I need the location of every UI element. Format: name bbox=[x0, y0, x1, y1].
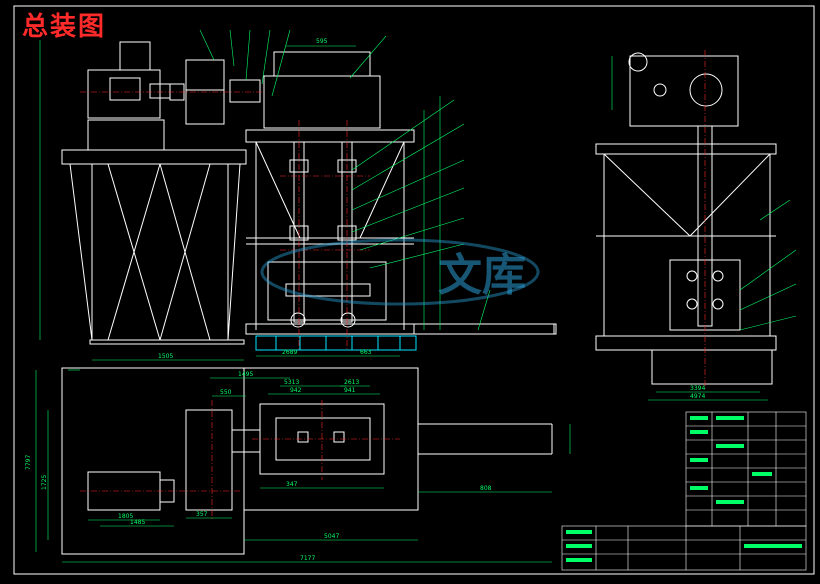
dim-plan-bottom-3: 357 bbox=[196, 511, 208, 518]
front-dim-lines bbox=[39, 29, 491, 361]
dim-side-base-2: 4974 bbox=[690, 393, 705, 400]
dim-plan-left-inner: 1725 bbox=[41, 475, 48, 490]
side-view bbox=[595, 52, 777, 385]
watermark: 文库 bbox=[260, 238, 540, 306]
dim-plan-bottom-2: 1485 bbox=[130, 519, 145, 526]
left-platform bbox=[61, 149, 247, 165]
main-frame-top bbox=[245, 129, 415, 143]
front-centerlines bbox=[80, 91, 370, 350]
drawing-sheet: 595 1505 2689 663 3394 4974 1495 5313 26… bbox=[13, 5, 815, 575]
dim-plan-top-3: 2613 bbox=[344, 379, 359, 386]
dim-plan-mid-1: 550 bbox=[220, 389, 232, 396]
dim-plan-left-height: 7797 bbox=[25, 455, 32, 470]
gear-housing bbox=[263, 75, 381, 129]
plan-gearbox bbox=[185, 409, 233, 511]
dim-plan-mid-3: 941 bbox=[344, 387, 356, 394]
front-base bbox=[255, 335, 417, 351]
motor bbox=[87, 69, 161, 119]
dim-plan-top-2: 5313 bbox=[284, 379, 299, 386]
side-dim-lines bbox=[611, 56, 797, 401]
watermark-text: 文库 bbox=[438, 250, 526, 301]
dim-side-base-1: 3394 bbox=[690, 385, 705, 392]
dim-plan-mid-2: 942 bbox=[290, 387, 302, 394]
dim-front-bottom-1: 2689 bbox=[282, 349, 297, 356]
dim-plan-bottom-4: 347 bbox=[286, 481, 298, 488]
dim-plan-total: 5047 bbox=[324, 533, 339, 540]
dim-plan-overall: 7177 bbox=[300, 555, 315, 562]
dim-front-top: 595 bbox=[316, 38, 328, 45]
dim-plan-top-1: 1495 bbox=[238, 371, 253, 378]
drawing-title: 总装图 bbox=[22, 12, 107, 42]
dim-front-bottom-2: 663 bbox=[360, 349, 372, 356]
cad-drawing: 总装图 595 1505 2689 663 3394 4974 1495 531… bbox=[0, 0, 820, 580]
dim-plan-right: 808 bbox=[480, 485, 492, 492]
dim-front-left-base: 1505 bbox=[158, 353, 173, 360]
plan-dim-lines bbox=[35, 369, 571, 563]
